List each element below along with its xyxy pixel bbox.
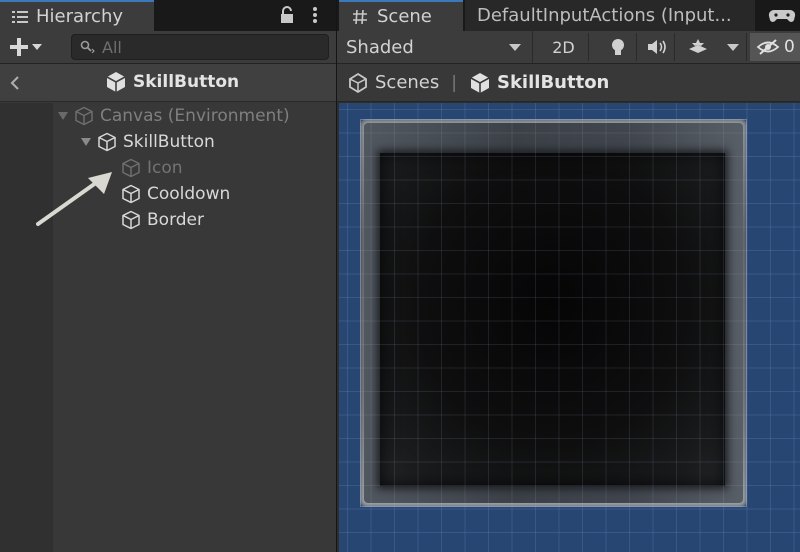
tab-scene[interactable]: Scene: [339, 0, 463, 31]
plus-icon: [10, 38, 28, 56]
unity-scene-icon: [349, 72, 367, 93]
tab-scene-label: Scene: [377, 6, 432, 27]
lighting-toggle[interactable]: [599, 33, 637, 61]
breadcrumb-root[interactable]: Scenes: [375, 72, 439, 93]
gameobject-icon: [75, 106, 93, 126]
breadcrumb: Scenes | SkillButton: [337, 64, 800, 102]
2d-mode-label: 2D: [552, 37, 575, 57]
hierarchy-toolbar: [0, 31, 336, 64]
tab-input-actions[interactable]: DefaultInputActions (Input...: [465, 0, 755, 31]
hierarchy-tab-bar: Hierarchy: [0, 0, 336, 31]
tree-item-icon[interactable]: Icon: [121, 156, 183, 180]
tree-item-label: Canvas (Environment): [100, 106, 290, 126]
tree-item-border[interactable]: Border: [121, 208, 204, 232]
scene-tab-bar: Scene DefaultInputActions (Input...: [337, 0, 800, 31]
search-input[interactable]: [102, 37, 302, 57]
prefab-header: SkillButton: [0, 64, 336, 102]
tree-item-cooldown[interactable]: Cooldown: [121, 182, 230, 206]
prefab-cube-icon: [106, 72, 126, 92]
sprite-inner-dark: [380, 153, 725, 486]
prefab-title-label: SkillButton: [133, 72, 240, 92]
tree-item-skillbutton[interactable]: SkillButton: [81, 130, 215, 154]
tab-input-actions-label: DefaultInputActions (Input...: [477, 5, 732, 26]
skill-button-sprite[interactable]: [360, 119, 747, 507]
effects-layers-icon: [689, 39, 707, 53]
audio-toggle[interactable]: [639, 33, 675, 61]
scene-viewport[interactable]: [339, 103, 800, 552]
back-arrow-icon[interactable]: [8, 72, 22, 94]
tab-hierarchy-label: Hierarchy: [36, 6, 124, 27]
list-icon: [12, 10, 28, 23]
annotation-arrow-icon: [36, 172, 112, 226]
tab-hierarchy[interactable]: Hierarchy: [0, 0, 154, 31]
tree-item-label: Border: [147, 210, 204, 230]
foldout-expanded-icon[interactable]: [81, 137, 91, 147]
search-icon: [80, 40, 95, 54]
gameobject-icon: [122, 158, 140, 178]
gamepad-icon[interactable]: [768, 8, 796, 24]
hash-icon: [353, 9, 367, 24]
shading-mode-dropdown[interactable]: Shaded: [337, 31, 533, 63]
breadcrumb-current[interactable]: SkillButton: [497, 72, 609, 93]
chevron-down-icon: [726, 43, 739, 51]
shading-mode-label: Shaded: [346, 36, 414, 58]
search-field[interactable]: [71, 34, 329, 60]
hierarchy-panel: Hierarchy All SkillButton Canvas (Enviro…: [0, 0, 336, 552]
chevron-down-icon: [32, 44, 42, 50]
scene-toolbar: Shaded 2D 0: [337, 31, 800, 64]
prefab-cube-icon: [470, 72, 490, 93]
effects-dropdown[interactable]: [719, 33, 747, 61]
foldout-expanded-icon[interactable]: [58, 111, 68, 121]
effects-toggle[interactable]: [679, 33, 717, 61]
gameobject-icon: [122, 184, 140, 204]
breadcrumb-separator: |: [451, 72, 457, 93]
eye-hidden-icon: [756, 39, 780, 55]
gameobject-icon: [98, 132, 116, 152]
gameobject-icon: [122, 210, 140, 230]
scene-panel: Scene DefaultInputActions (Input... Shad…: [337, 0, 800, 552]
tree-item-label: Cooldown: [147, 184, 231, 204]
prefab-title: SkillButton: [105, 71, 239, 93]
tree-item-label: SkillButton: [123, 132, 215, 152]
2d-mode-button[interactable]: 2D: [539, 33, 589, 61]
create-button[interactable]: [8, 35, 56, 59]
tree-item-label: Icon: [147, 158, 183, 178]
more-options-icon[interactable]: [311, 4, 319, 26]
lightbulb-icon: [611, 39, 624, 55]
chevron-down-icon: [509, 44, 521, 51]
hidden-count: 0: [784, 37, 795, 57]
lock-icon[interactable]: [279, 5, 295, 25]
scene-visibility-toggle[interactable]: 0: [750, 33, 800, 61]
speaker-icon: [647, 40, 666, 54]
tree-item-canvas[interactable]: Canvas (Environment): [58, 104, 290, 128]
